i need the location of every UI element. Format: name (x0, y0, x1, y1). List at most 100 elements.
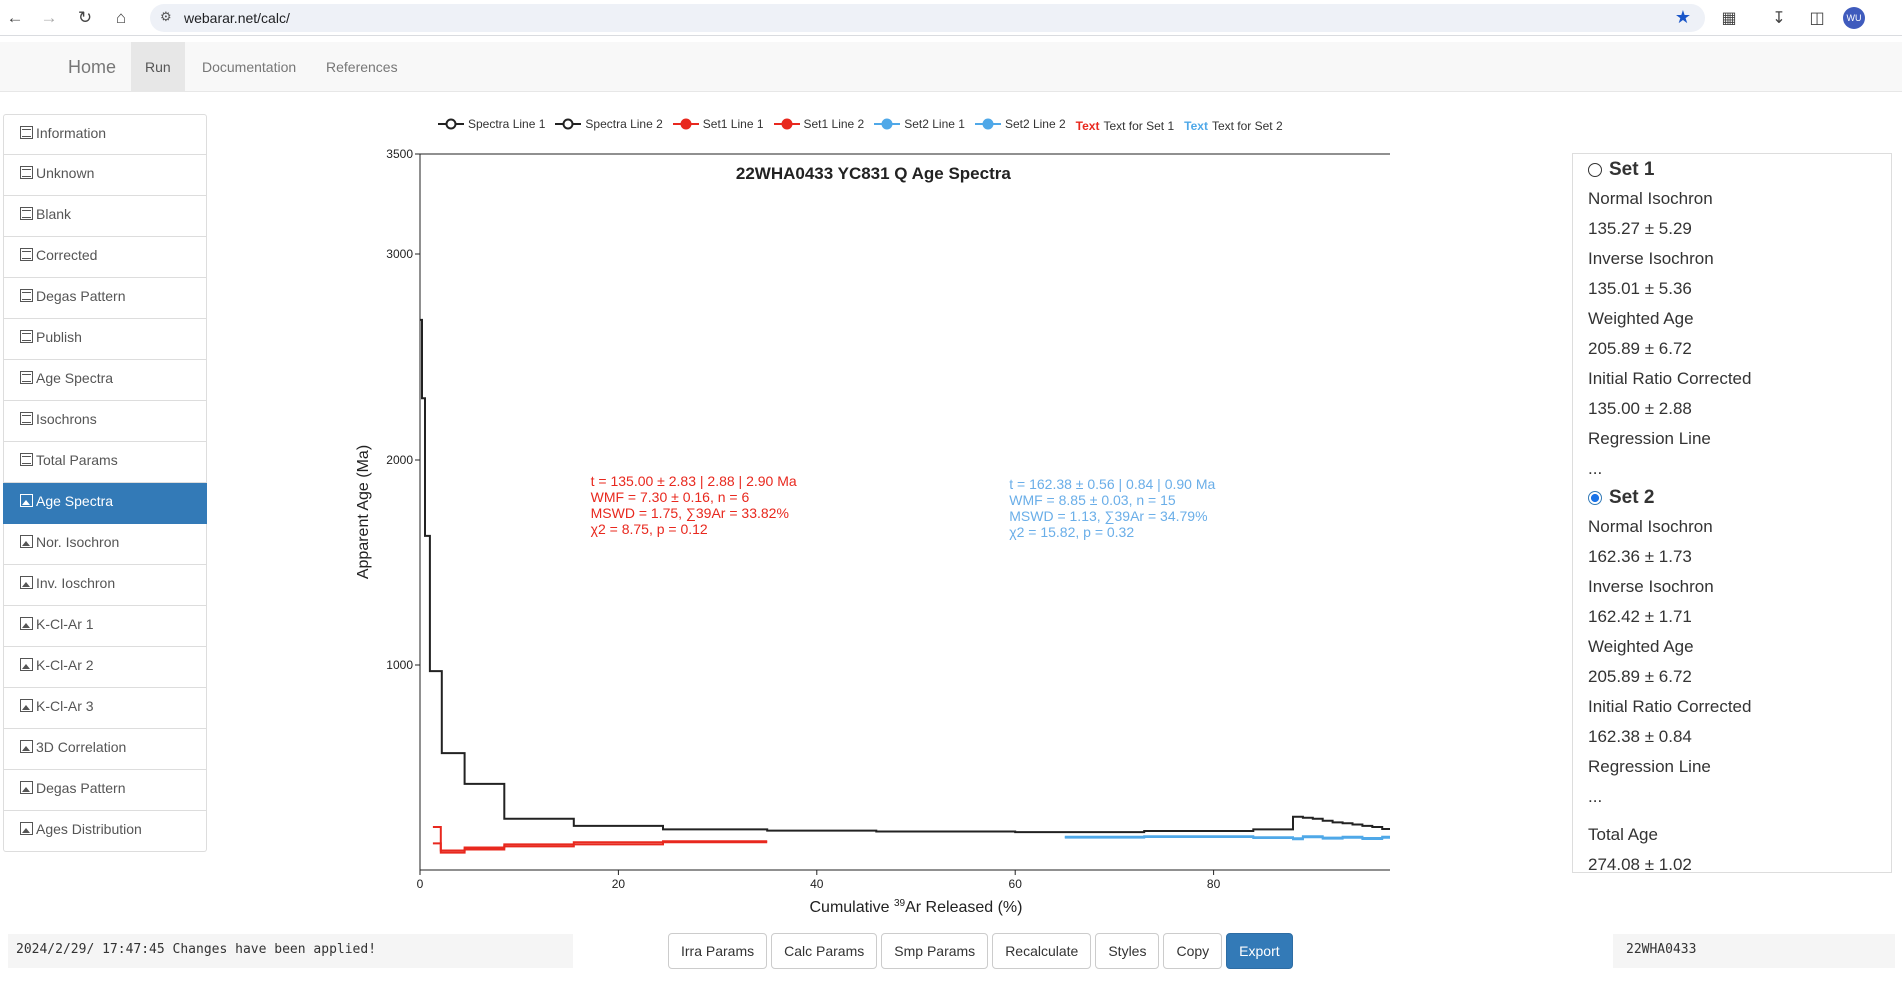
action-buttons: Irra Params Calc Params Smp Params Recalcul… (668, 933, 1293, 969)
copy-button[interactable]: Copy (1163, 933, 1223, 969)
annotation-line: t = 162.38 ± 0.56 | 0.84 | 0.90 Ma (1009, 476, 1215, 492)
sidebar-item-label: Information (36, 125, 107, 141)
calc-params-button[interactable]: Calc Params (771, 933, 878, 969)
sidebar-item-label: Ages Distribution (36, 821, 142, 837)
x-tick-label: 40 (810, 877, 824, 891)
irra-params-button[interactable]: Irra Params (668, 933, 768, 969)
nav-run[interactable]: Run (131, 42, 185, 92)
sidebar-item-label: Degas Pattern (36, 288, 126, 304)
recalculate-button[interactable]: Recalculate (992, 933, 1092, 969)
sidebar-item-age-spectra[interactable]: Age Spectra (3, 483, 207, 524)
image-icon (20, 740, 33, 753)
image-icon (20, 658, 33, 671)
sidebar-item-unknown[interactable]: Unknown (3, 155, 207, 196)
export-button[interactable]: Export (1226, 933, 1293, 969)
nav-documentation[interactable]: Documentation (188, 42, 310, 92)
app-navbar: Home Run Documentation References (0, 42, 1902, 92)
x-tick-label: 60 (1009, 877, 1023, 891)
table-icon (20, 412, 33, 425)
set1-result-line: 205.89 ± 6.72 (1588, 339, 1692, 358)
set1-result-line: Regression Line (1588, 429, 1711, 448)
set1-result-line: Weighted Age (1588, 309, 1694, 328)
profile-avatar[interactable]: WU (1843, 7, 1865, 29)
set2-result-line: Weighted Age (1588, 637, 1694, 656)
back-icon[interactable]: ← (4, 7, 26, 29)
y-tick-label: 1000 (386, 658, 413, 672)
sidebar-item-k-cl-ar-2[interactable]: K-Cl-Ar 2 (3, 647, 207, 688)
bookmark-star-icon[interactable]: ★ (1675, 7, 1691, 28)
set2-title: Set 2 (1609, 487, 1655, 508)
status-message: 2024/2/29/ 17:47:45 Changes have been ap… (8, 934, 573, 968)
set2-result-line: Regression Line (1588, 757, 1711, 776)
age-spectra-chart: 0204060801001000200030003500 22WHA0433 Y… (355, 147, 1390, 916)
set2-result-line: 162.36 ± 1.73 (1588, 547, 1692, 566)
sidebar-item-inv-ioschron[interactable]: Inv. Ioschron (3, 565, 207, 606)
annotation-layer: t = 135.00 ± 2.83 | 2.88 | 2.90 Ma WMF = … (591, 473, 1216, 540)
nav-home[interactable]: Home (54, 42, 130, 92)
sidebar-item-label: Isochrons (36, 411, 97, 427)
sidebar-item-total-params[interactable]: Total Params (3, 442, 207, 483)
x-tick-label: 80 (1207, 877, 1221, 891)
sidebar-item-k-cl-ar-3[interactable]: K-Cl-Ar 3 (3, 688, 207, 729)
y-tick-label: 2000 (386, 453, 413, 467)
sidebar-item-label: Age Spectra (36, 493, 114, 509)
set2-result-line: 162.42 ± 1.71 (1588, 607, 1692, 626)
x-tick-label: 20 (612, 877, 626, 891)
site-info-icon[interactable]: ⚙ (160, 9, 172, 25)
table-icon (20, 248, 33, 261)
sidebar-item-k-cl-ar-1[interactable]: K-Cl-Ar 1 (3, 606, 207, 647)
series-line-set1-line-1 (432, 826, 768, 852)
set2-result-line: Initial Ratio Corrected (1588, 697, 1752, 716)
sidebar-item-3d-correlation[interactable]: 3D Correlation (3, 729, 207, 770)
extensions-icon[interactable]: ▦ (1718, 7, 1740, 29)
sidebar-item-information[interactable]: Information (3, 114, 207, 155)
annotation-line: WMF = 8.85 ± 0.03, n = 15 (1009, 492, 1176, 508)
sidebar-item-degas-pattern[interactable]: Degas Pattern (3, 278, 207, 319)
home-icon[interactable]: ⌂ (110, 7, 132, 29)
set2-radio[interactable] (1588, 491, 1602, 505)
forward-icon[interactable]: → (38, 7, 60, 29)
table-icon (20, 453, 33, 466)
set1-radio[interactable] (1588, 163, 1602, 177)
set1-result-line: Initial Ratio Corrected (1588, 369, 1752, 388)
sidebar-item-blank[interactable]: Blank (3, 196, 207, 237)
address-bar[interactable]: ⚙ webarar.net/calc/ ★ (150, 4, 1705, 32)
annotation-line: χ2 = 8.75, p = 0.12 (591, 521, 708, 537)
annotation-line: t = 135.00 ± 2.83 | 2.88 | 2.90 Ma (591, 473, 797, 489)
url-text[interactable]: webarar.net/calc/ (184, 10, 290, 26)
sidebar-item-label: Age Spectra (36, 370, 114, 386)
series-line-spectra-line-1 (420, 318, 1390, 834)
download-icon[interactable]: ↧ (1768, 7, 1790, 29)
set1-header[interactable]: Set 1 (1588, 156, 1891, 184)
sidebar-item-ages-distribution[interactable]: Ages Distribution (3, 811, 207, 852)
image-icon (20, 576, 33, 589)
smp-params-button[interactable]: Smp Params (881, 933, 989, 969)
sidebar-item-nor-isochron[interactable]: Nor. Isochron (3, 524, 207, 565)
sidebar-item-label: Blank (36, 206, 72, 222)
styles-button[interactable]: Styles (1095, 933, 1160, 969)
y-axis-label: Apparent Age (Ma) (355, 445, 372, 579)
total-age-value: 274.08 ± 1.02 (1588, 855, 1692, 873)
sidebar-item-corrected[interactable]: Corrected (3, 237, 207, 278)
sidebar-item-label: Unknown (36, 165, 95, 181)
sidepanel-icon[interactable]: ◫ (1806, 7, 1828, 29)
sidebar-item-isochrons[interactable]: Isochrons (3, 401, 207, 442)
sidebar-item-publish[interactable]: Publish (3, 319, 207, 360)
set2-header[interactable]: Set 2 (1588, 484, 1891, 512)
sidebar-item-age-spectra[interactable]: Age Spectra (3, 360, 207, 401)
annotation-line: MSWD = 1.13, ∑39Ar = 34.79% (1009, 508, 1207, 524)
reload-icon[interactable]: ↻ (74, 7, 96, 29)
sidebar-item-label: Corrected (36, 247, 98, 263)
sidebar-item-label: Nor. Isochron (36, 534, 120, 550)
image-icon (20, 494, 33, 507)
set1-result-line: 135.01 ± 5.36 (1588, 279, 1692, 298)
nav-references[interactable]: References (312, 42, 412, 92)
sidebar-item-degas-pattern[interactable]: Degas Pattern (3, 770, 207, 811)
image-icon (20, 781, 33, 794)
annotation-line: χ2 = 15.82, p = 0.32 (1009, 524, 1134, 540)
sidebar-item-label: Total Params (36, 452, 118, 468)
set1-result-line: 135.00 ± 2.88 (1588, 399, 1692, 418)
chart-title: 22WHA0433 YC831 Q Age Spectra (736, 164, 1012, 183)
set1-result-line: Inverse Isochron (1588, 249, 1714, 268)
table-icon (20, 126, 33, 139)
